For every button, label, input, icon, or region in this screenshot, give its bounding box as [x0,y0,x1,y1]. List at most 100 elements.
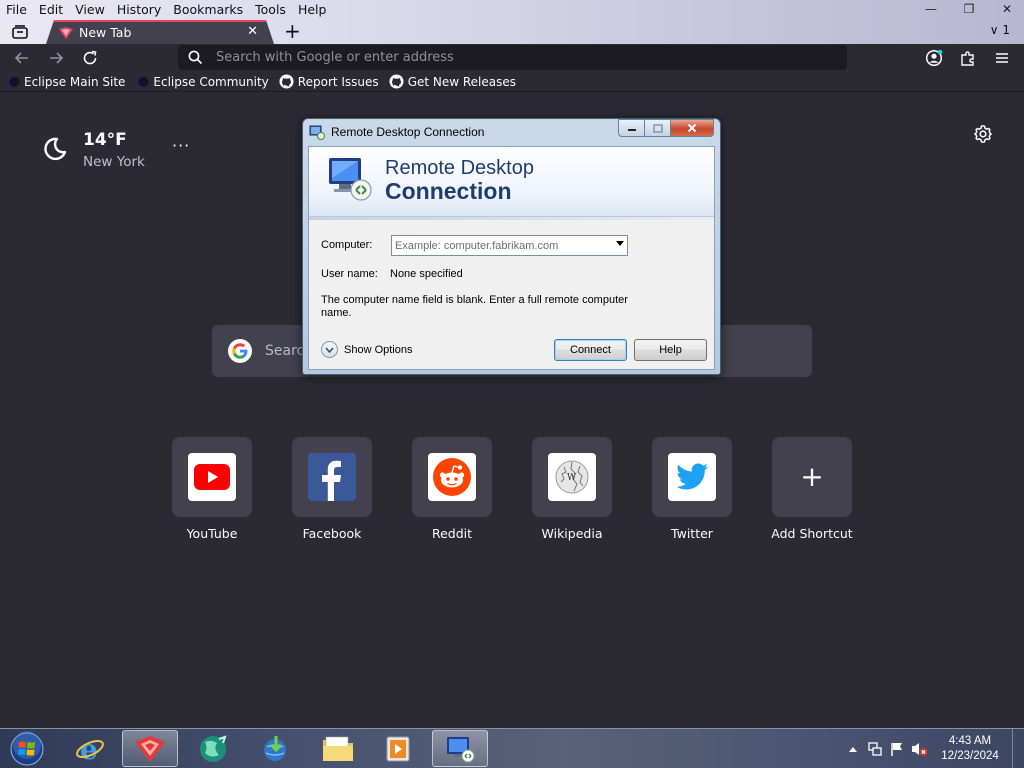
computer-label: Computer: [321,239,373,251]
taskbar-internet-explorer[interactable]: e [62,730,118,767]
reddit-logo-icon [428,453,476,501]
browser-titlebar: File Edit View History Bookmarks Tools H… [0,0,1024,44]
puzzle-icon [961,51,974,66]
menu-bookmarks[interactable]: Bookmarks [167,0,249,20]
eclipse-bookmark-icon [136,75,149,88]
dialog-close-button[interactable] [670,119,714,137]
action-center-tray-button[interactable] [886,739,908,759]
menu-history[interactable]: History [111,0,167,20]
dialog-body: Remote Desktop Connection Computer: User… [308,146,715,370]
dialog-maximize-button[interactable] [644,119,670,137]
menu-view[interactable]: View [69,0,111,20]
show-desktop-button[interactable] [1012,729,1024,768]
taskbar-media-player[interactable] [370,730,426,767]
username-label: User name: [321,268,378,280]
tab-list-icon [12,25,28,39]
network-tray-button[interactable] [864,739,886,759]
connect-button[interactable]: Connect [554,339,627,361]
close-button[interactable]: ✕ [988,0,1024,18]
show-hidden-icons-button[interactable] [842,739,864,759]
volume-tray-button[interactable] [908,739,930,759]
reload-button[interactable] [79,47,101,69]
bookmark-report-issues[interactable]: Report Issues [279,74,379,89]
remote-desktop-dialog: Remote Desktop Connection Remote Desktop… [302,118,721,375]
show-options-label: Show Options [344,343,413,356]
plus-icon: + [800,460,824,493]
computer-input[interactable] [395,238,605,253]
account-button[interactable] [923,47,945,69]
weather-more-options-icon[interactable]: ··· [172,136,190,155]
url-input[interactable] [216,48,816,67]
menu-edit[interactable]: Edit [33,0,69,20]
back-arrow-icon [14,52,28,64]
github-icon [389,74,404,89]
dialog-minimize-button[interactable] [618,119,644,137]
taskbar-download-manager[interactable] [248,730,304,767]
twitter-logo-icon [668,453,716,501]
weather-temperature: 14°F [83,130,127,150]
back-button[interactable] [11,47,33,69]
menu-tools[interactable]: Tools [249,0,292,20]
bookmark-eclipse-main-site[interactable]: Eclipse Main Site [6,75,125,89]
forward-button[interactable] [45,47,67,69]
restore-button[interactable]: ❐ [950,0,988,18]
forward-arrow-icon [50,52,64,64]
globe-app-icon [200,734,227,762]
shortcut-label: Add Shortcut [771,526,853,541]
menu-file[interactable]: File [0,0,33,20]
shortcut-reddit[interactable]: Reddit [412,437,492,541]
account-icon [925,49,943,67]
reload-icon [83,50,97,65]
bookmark-label: Eclipse Main Site [24,74,126,89]
menu-bar: File Edit View History Bookmarks Tools H… [0,0,332,20]
hamburger-menu-icon [996,53,1008,63]
newtab-settings-button[interactable] [973,124,993,148]
minimize-button[interactable]: — [912,0,950,18]
taskbar-file-explorer[interactable] [310,730,366,767]
taskbar-clock[interactable]: 4:43 AM 12/23/2024 [934,734,1006,764]
facebook-logo-icon [308,453,356,501]
shortcut-tile [412,437,492,517]
dialog-title: Remote Desktop Connection [331,125,485,139]
bookmark-get-new-releases[interactable]: Get New Releases [389,74,516,89]
taskbar-remote-desktop[interactable] [432,730,488,767]
shortcut-wikipedia[interactable]: W Wikipedia [532,437,612,541]
app-menu-button[interactable] [991,47,1013,69]
bookmark-eclipse-community[interactable]: Eclipse Community [135,74,269,89]
svg-text:W: W [567,473,577,483]
dropdown-arrow-icon[interactable] [616,241,624,246]
taskbar-eclipse-browser[interactable] [122,730,178,767]
show-options-toggle[interactable]: Show Options [321,341,412,358]
taskbar-globe-app[interactable] [185,730,241,767]
shortcut-label: Twitter [671,526,713,541]
computer-combobox[interactable] [391,235,628,256]
shortcut-facebook[interactable]: Facebook [292,437,372,541]
shortcut-add[interactable]: + Add Shortcut [771,437,853,541]
address-bar[interactable] [178,45,847,70]
tab-close-icon[interactable]: ✕ [247,24,258,39]
remote-desktop-computer-icon [329,158,372,201]
shortcut-youtube[interactable]: YouTube [172,437,252,541]
svg-text:e: e [80,733,98,765]
help-button[interactable]: Help [634,339,707,361]
minimize-icon [627,129,636,131]
new-tab-button[interactable]: + [284,21,301,41]
dialog-titlebar[interactable]: Remote Desktop Connection [303,119,720,145]
start-button[interactable] [5,731,49,767]
tab-list-button[interactable] [10,23,30,41]
chevron-down-icon [321,341,338,358]
internet-explorer-icon: e [76,733,104,765]
bookmark-label: Eclipse Community [153,74,269,89]
eclipse-bookmark-icon [7,75,20,88]
moon-icon [44,137,67,161]
menu-help[interactable]: Help [292,0,333,20]
banner-title-line1: Remote Desktop [385,157,534,179]
maximize-icon [652,123,663,133]
window-controls: — ❐ ✕ [912,0,1024,18]
extensions-button[interactable] [957,47,979,69]
shortcut-twitter[interactable]: Twitter [652,437,732,541]
tab-new-tab[interactable]: New Tab ✕ [46,20,274,44]
tab-count-dropdown[interactable]: ∨ 1 [990,23,1010,37]
banner-divider [309,217,714,220]
shortcut-tile: + [772,437,852,517]
